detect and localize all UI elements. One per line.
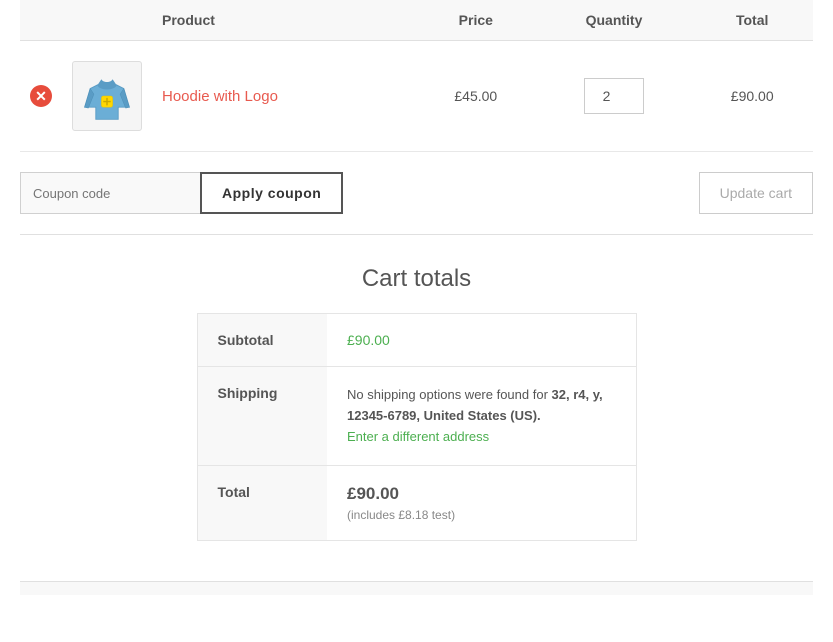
shipping-msg-text: No shipping options were found for xyxy=(347,387,552,402)
table-row: ✕ xyxy=(20,41,813,152)
cart-actions: Apply coupon Update cart xyxy=(20,152,813,235)
total-amount: £90.00 xyxy=(347,484,616,504)
col-header-remove xyxy=(20,0,62,41)
hoodie-svg-icon xyxy=(79,68,135,124)
product-price-cell: £45.00 xyxy=(415,41,537,152)
product-thumbnail xyxy=(72,61,142,131)
shipping-label: Shipping xyxy=(197,367,327,466)
shipping-row: Shipping No shipping options were found … xyxy=(197,367,636,466)
total-value-cell: £90.00 (includes £8.18 test) xyxy=(327,466,636,541)
subtotal-label: Subtotal xyxy=(197,314,327,367)
subtotal-value-cell: £90.00 xyxy=(327,314,636,367)
coupon-input[interactable] xyxy=(20,172,200,214)
product-quantity-cell xyxy=(537,41,692,152)
product-total: £90.00 xyxy=(731,88,774,104)
cart-totals: Cart totals Subtotal £90.00 Shipping xyxy=(197,265,637,541)
product-thumb-cell xyxy=(62,41,152,152)
totals-table: Subtotal £90.00 Shipping No shipping opt… xyxy=(197,313,637,541)
shipping-value-cell: No shipping options were found for 32, r… xyxy=(327,367,636,466)
product-price: £45.00 xyxy=(454,88,497,104)
remove-cell: ✕ xyxy=(20,41,62,152)
col-header-thumb xyxy=(62,0,152,41)
remove-item-button[interactable]: ✕ xyxy=(30,85,52,107)
apply-coupon-button[interactable]: Apply coupon xyxy=(200,172,343,214)
coupon-area: Apply coupon xyxy=(20,172,343,214)
update-cart-button[interactable]: Update cart xyxy=(699,172,813,214)
checkout-area xyxy=(20,581,813,595)
quantity-input[interactable] xyxy=(584,78,644,114)
cart-table: Product Price Quantity Total ✕ xyxy=(20,0,813,152)
cart-container: Product Price Quantity Total ✕ xyxy=(0,0,833,595)
col-header-product: Product xyxy=(152,0,415,41)
product-name-cell: Hoodie with Logo xyxy=(152,41,415,152)
subtotal-amount: £90.00 xyxy=(347,332,390,348)
remove-icon: ✕ xyxy=(35,89,47,103)
product-total-cell: £90.00 xyxy=(691,41,813,152)
col-header-price: Price xyxy=(415,0,537,41)
col-header-total: Total xyxy=(691,0,813,41)
col-header-quantity: Quantity xyxy=(537,0,692,41)
product-name-link[interactable]: Hoodie with Logo xyxy=(162,88,278,105)
shipping-address-link[interactable]: Enter a different address xyxy=(347,429,489,444)
total-label: Total xyxy=(197,466,327,541)
subtotal-row: Subtotal £90.00 xyxy=(197,314,636,367)
shipping-message: No shipping options were found for 32, r… xyxy=(347,385,616,447)
total-includes: (includes £8.18 test) xyxy=(347,508,616,522)
total-row: Total £90.00 (includes £8.18 test) xyxy=(197,466,636,541)
cart-totals-title: Cart totals xyxy=(197,265,637,293)
cart-totals-section: Cart totals Subtotal £90.00 Shipping xyxy=(20,265,813,541)
